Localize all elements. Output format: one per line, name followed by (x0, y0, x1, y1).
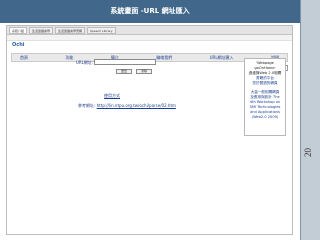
usage-link[interactable]: 使用方式 (104, 93, 120, 99)
site-logo[interactable]: Ochi (12, 42, 25, 48)
submit-button[interactable]: 送出 (116, 69, 132, 74)
browser-tab[interactable]: 生活單語言學 (29, 26, 54, 34)
browser-tab[interactable]: Speech Library (87, 26, 116, 34)
browser-tab[interactable]: 生活單語言學習網 (55, 26, 86, 34)
browser-tabbar: 系統介紹 生活單語言學 生活單語言學習網 Speech Library (7, 26, 292, 35)
slide-title: 系統畫面 -URL 網址匯入 (0, 0, 300, 23)
sidebar-ad-box: 'Webpage goOnHome' 過濾與Web 2.0相關 書籍的平台 您於… (244, 58, 286, 136)
example-row: 參考網址: http://lin.ntpu.org.tw/ochi/parse/… (78, 103, 176, 109)
url-input[interactable] (94, 59, 156, 65)
example-url-link[interactable]: http://lin.ntpu.org.tw/ochi/parse/02.htm (97, 103, 176, 108)
page-number: 20 (303, 148, 313, 157)
url-import-form: URL網址: 送出 清除 使用方式 參考網址: http://lin.ntpu.… (46, 58, 236, 158)
side-band (300, 0, 320, 240)
url-label: URL網址: (76, 60, 94, 65)
example-label: 參考網址: (78, 103, 96, 108)
site-header: Ochi (7, 41, 292, 53)
browser-tab[interactable]: 系統介紹 (9, 26, 28, 34)
clear-button[interactable]: 清除 (136, 69, 152, 74)
nav-home[interactable]: 首頁 (20, 54, 28, 61)
ad-link[interactable]: (Web2.0 2009) (247, 115, 283, 120)
